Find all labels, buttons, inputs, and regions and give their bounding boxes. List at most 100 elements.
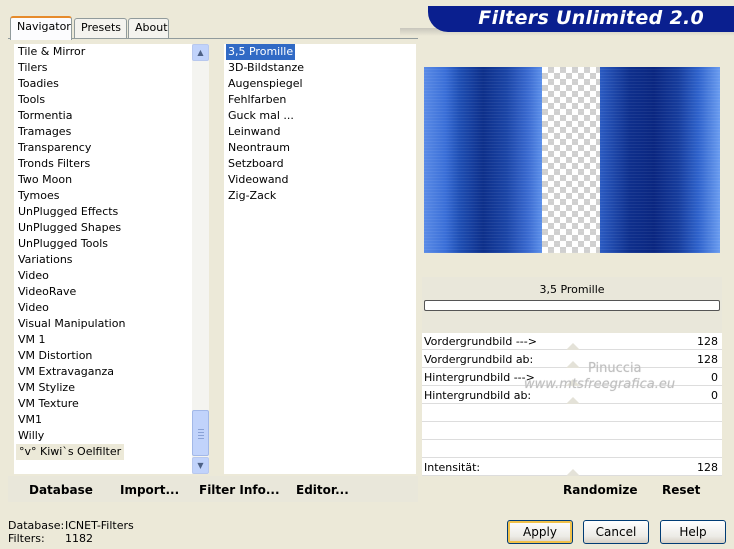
category-item[interactable]: Tormentia	[18, 108, 72, 124]
filters-status: Filters: 1182	[8, 532, 93, 545]
category-item[interactable]: Video	[18, 268, 49, 284]
filter-item[interactable]: 3,5 Promille	[226, 44, 296, 60]
database-button[interactable]: Database	[29, 483, 93, 497]
category-item[interactable]: VideoRave	[18, 284, 76, 300]
filter-item[interactable]: Fehlfarben	[228, 92, 286, 108]
category-item[interactable]: Tramages	[18, 124, 71, 140]
filter-item[interactable]: Neontraum	[228, 140, 290, 156]
category-scrollbar[interactable]: ▲ ▼	[192, 44, 209, 474]
current-filter-name: 3,5 Promille	[539, 283, 605, 296]
category-item[interactable]: Tymoes	[18, 188, 59, 204]
parameter-slider[interactable]: Vordergrundbild ---> 128	[422, 333, 722, 350]
parameter-value: 128	[697, 461, 718, 474]
slider-thumb[interactable]	[566, 469, 580, 476]
category-item[interactable]: Toadies	[18, 76, 59, 92]
parameter-value: 0	[711, 371, 718, 384]
tab-label: Presets	[81, 21, 122, 34]
category-item[interactable]: °v° Kiwi`s Oelfilter	[16, 444, 125, 460]
help-button[interactable]: Help	[660, 520, 726, 544]
grip-line	[198, 435, 204, 436]
filter-list[interactable]: 3,5 Promille 3D-Bildstanze Augenspiegel Feh…	[224, 44, 416, 474]
filter-item[interactable]: Guck mal ...	[228, 108, 294, 124]
category-item[interactable]: Willy	[18, 428, 44, 444]
parameter-slider[interactable]: Hintergrundbild ab: 0	[422, 387, 722, 404]
filter-item[interactable]: Leinwand	[228, 124, 280, 140]
parameter-value: 128	[697, 353, 718, 366]
category-item[interactable]: VM Extravaganza	[18, 364, 114, 380]
category-item[interactable]: Video	[18, 300, 49, 316]
parameter-toolbar: Randomize Reset	[422, 476, 722, 502]
scroll-up-button[interactable]: ▲	[192, 44, 209, 61]
category-item[interactable]: Tronds Filters	[18, 156, 90, 172]
category-item[interactable]: Tile & Mirror	[18, 44, 85, 60]
filter-info-button[interactable]: Filter Info...	[199, 483, 280, 497]
status-label: Database:	[8, 519, 65, 532]
scroll-down-button[interactable]: ▼	[192, 457, 209, 474]
slider-thumb[interactable]	[566, 379, 580, 386]
tab-label: Navigator	[17, 20, 71, 33]
filter-item[interactable]: Zig-Zack	[228, 188, 276, 204]
grip-line	[198, 432, 204, 433]
parameter-slider[interactable]	[422, 423, 722, 440]
category-item[interactable]: VM Stylize	[18, 380, 75, 396]
reset-button[interactable]: Reset	[662, 483, 700, 497]
editor-button[interactable]: Editor...	[296, 483, 349, 497]
scrollbar-thumb[interactable]	[192, 410, 209, 456]
tab-label: About	[135, 21, 168, 34]
parameter-label: Hintergrundbild ab:	[424, 389, 532, 402]
parameter-label: Intensität:	[424, 461, 481, 474]
grip-line	[198, 429, 204, 430]
database-status: Database: ICNET-Filters	[8, 519, 134, 532]
slider-thumb[interactable]	[566, 343, 580, 350]
category-item[interactable]: Two Moon	[18, 172, 72, 188]
parameter-slider[interactable]: Hintergrundbild ---> 0	[422, 369, 722, 386]
tab-presets[interactable]: Presets	[74, 18, 127, 38]
tab-navigator[interactable]: Navigator	[10, 16, 72, 40]
parameter-label: Vordergrundbild ab:	[424, 353, 534, 366]
preview-scanlines	[424, 67, 720, 253]
category-item[interactable]: VM Texture	[18, 396, 79, 412]
chevron-up-icon: ▲	[197, 48, 204, 57]
parameter-value: 0	[711, 389, 718, 402]
category-item[interactable]: Tilers	[18, 60, 48, 76]
category-item[interactable]: UnPlugged Shapes	[18, 220, 121, 236]
randomize-button[interactable]: Randomize	[563, 483, 637, 497]
category-item[interactable]: Transparency	[18, 140, 91, 156]
parameter-slider[interactable]	[422, 441, 722, 458]
filter-item[interactable]: Setzboard	[228, 156, 284, 172]
slider-thumb[interactable]	[566, 397, 580, 404]
category-item[interactable]: VM 1	[18, 332, 46, 348]
grip-line	[198, 438, 204, 439]
parameter-value: 128	[697, 335, 718, 348]
category-item[interactable]: VM Distortion	[18, 348, 92, 364]
category-item[interactable]: UnPlugged Effects	[18, 204, 118, 220]
parameter-label: Hintergrundbild --->	[424, 371, 535, 384]
preview-info-panel: 3,5 Promille	[422, 277, 722, 333]
parameter-label: Vordergrundbild --->	[424, 335, 537, 348]
category-list[interactable]: Tile & Mirror Tilers Toadies Tools Tormentia…	[14, 44, 192, 474]
import-button[interactable]: Import...	[120, 483, 179, 497]
filter-item[interactable]: Videowand	[228, 172, 289, 188]
parameter-panel: Vordergrundbild ---> 128 Vordergrundbild a…	[422, 333, 722, 476]
filter-item[interactable]: 3D-Bildstanze	[228, 60, 304, 76]
filter-item[interactable]: Augenspiegel	[228, 76, 303, 92]
status-value: 1182	[65, 532, 93, 545]
category-item[interactable]: VM1	[18, 412, 42, 428]
status-label: Filters:	[8, 532, 45, 545]
cancel-button[interactable]: Cancel	[583, 520, 649, 544]
category-item[interactable]: Visual Manipulation	[18, 316, 125, 332]
category-item[interactable]: Variations	[18, 252, 73, 268]
navigator-toolbar: Database Import... Filter Info... Editor…	[8, 476, 418, 502]
category-item[interactable]: Tools	[18, 92, 45, 108]
slider-thumb[interactable]	[566, 361, 580, 368]
title-banner: Filters Unlimited 2.0	[428, 6, 734, 32]
apply-button[interactable]: Apply	[507, 520, 573, 544]
app-title: Filters Unlimited 2.0	[478, 7, 704, 29]
parameter-slider[interactable]	[422, 405, 722, 422]
category-item[interactable]: UnPlugged Tools	[18, 236, 108, 252]
preview-image	[424, 67, 720, 253]
tab-about[interactable]: About	[128, 18, 169, 38]
progress-bar	[424, 300, 720, 311]
parameter-slider[interactable]: Intensität: 128	[422, 459, 722, 476]
parameter-slider[interactable]: Vordergrundbild ab: 128	[422, 351, 722, 368]
